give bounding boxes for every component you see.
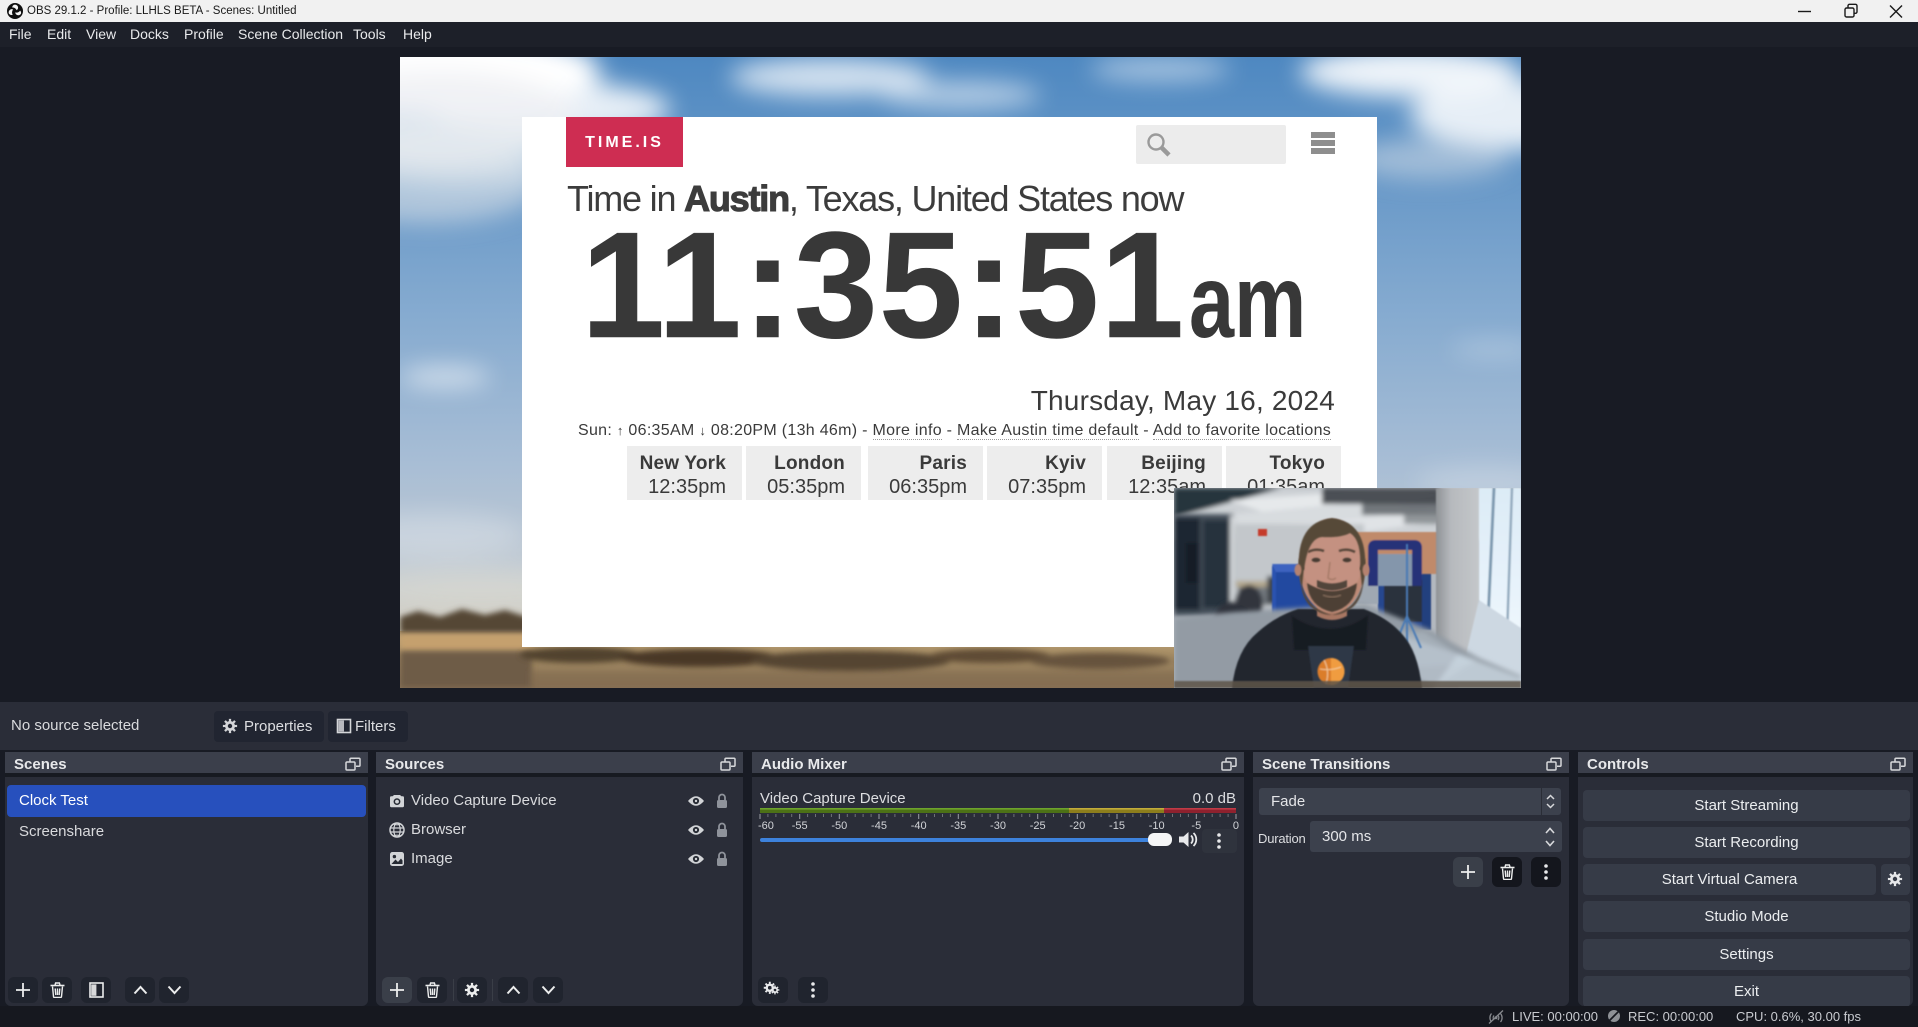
svg-text:-60: -60 xyxy=(758,820,774,830)
svg-text:-30: -30 xyxy=(990,820,1006,830)
svg-text:-55: -55 xyxy=(792,820,808,830)
svg-text:-35: -35 xyxy=(950,820,966,830)
svg-text:-40: -40 xyxy=(911,820,927,830)
svg-text:-10: -10 xyxy=(1149,820,1165,830)
svg-text:-5: -5 xyxy=(1191,820,1201,830)
svg-text:-15: -15 xyxy=(1109,820,1125,830)
svg-text:-20: -20 xyxy=(1069,820,1085,830)
svg-text:-50: -50 xyxy=(831,820,847,830)
svg-text:-25: -25 xyxy=(1030,820,1046,830)
svg-text:-45: -45 xyxy=(871,820,887,830)
